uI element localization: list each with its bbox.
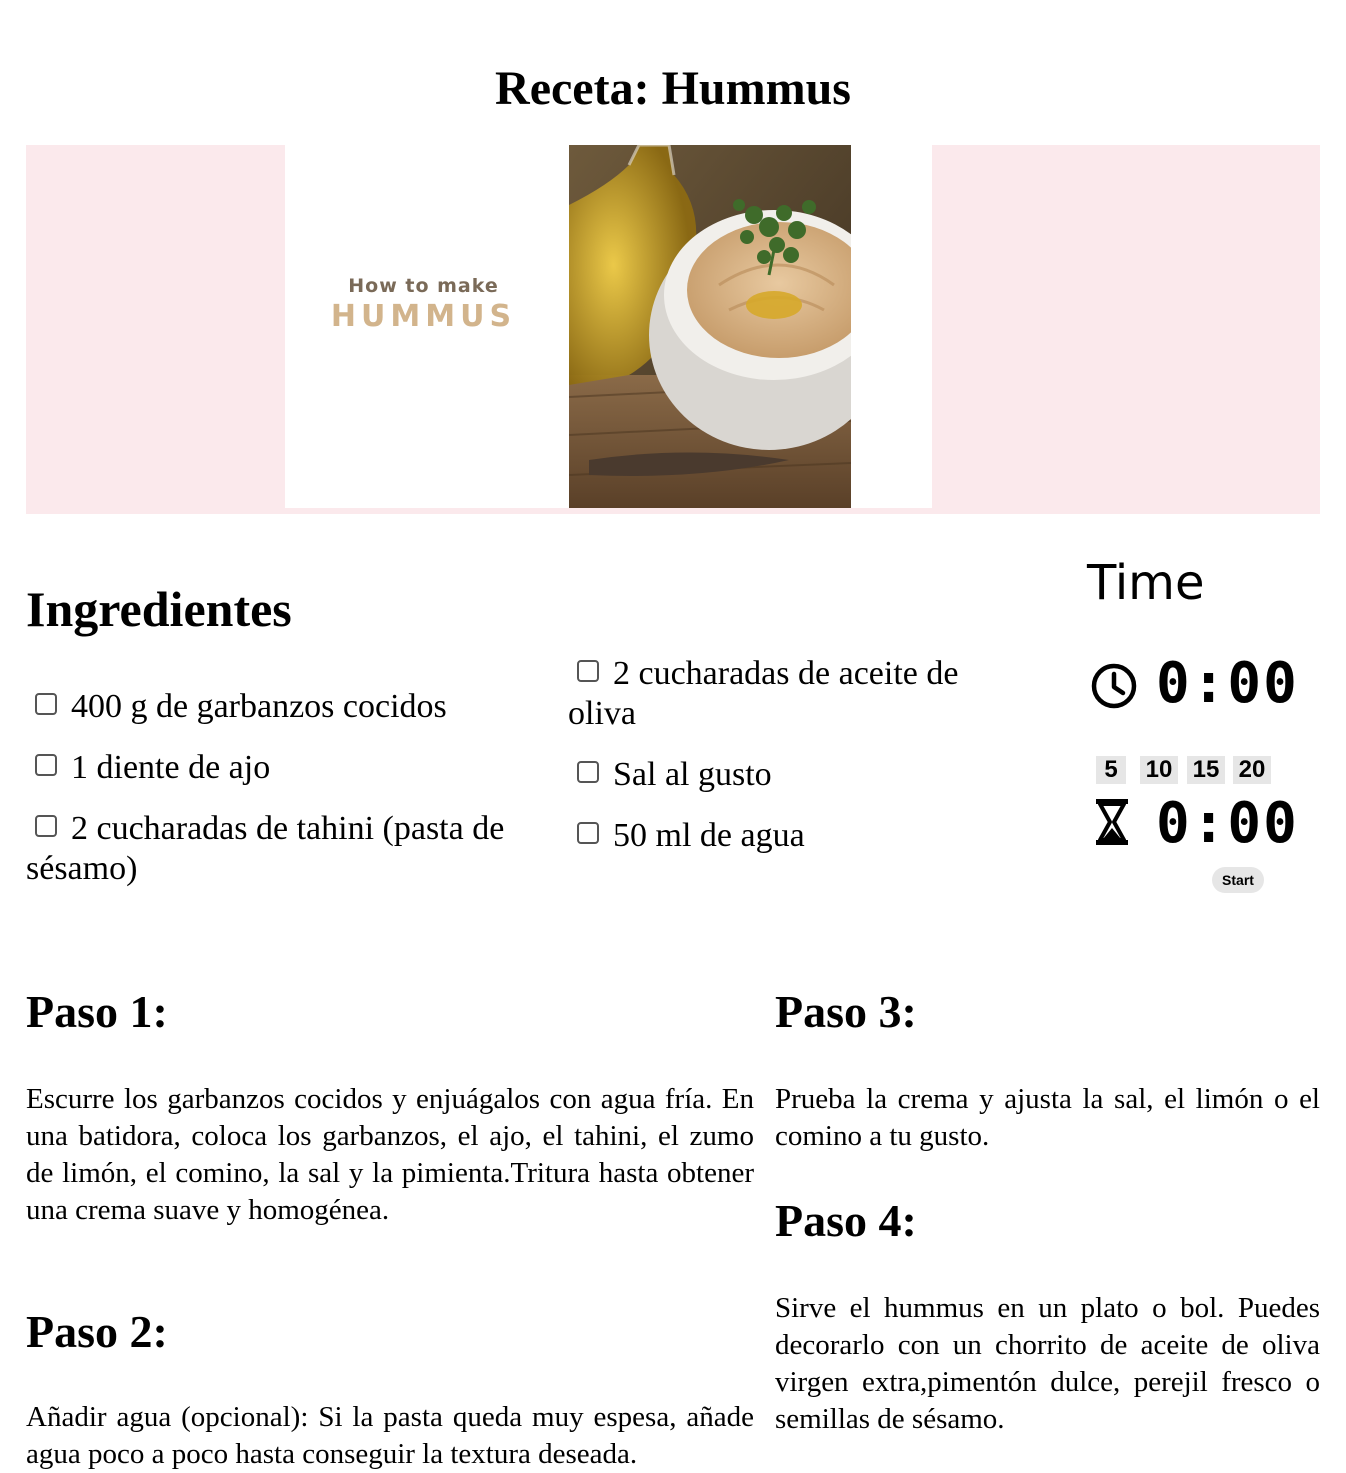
ingredient-label: 1 diente de ajo [71,749,271,786]
ingredient-item: 2 cucharadas de aceite de oliva [568,654,998,734]
ingredient-item: 50 ml de agua [568,816,998,856]
page-title: Receta: Hummus [495,62,851,116]
ingredients-title: Ingredientes [26,581,292,637]
step-3-title: Paso 3: [775,986,917,1037]
step-2-title: Paso 2: [26,1306,168,1357]
step-1-text: Escurre los garbanzos cocidos y enjuágal… [26,1083,754,1226]
ingredients-list-right: 2 cucharadas de aceite de oliva Sal al g… [568,654,998,877]
hummus-photo [569,145,851,508]
ingredient-item: 2 cucharadas de tahini (pasta de sésamo) [26,809,546,889]
ingredient-item: 400 g de garbanzos cocidos [26,687,546,727]
ingredient-checkbox[interactable] [577,822,599,844]
step-3-text: Prueba la crema y ajusta la sal, el limó… [775,1083,1320,1152]
step-2-text: Añadir agua (opcional): Si la pasta qued… [26,1401,754,1470]
hero-caption-line1: How to make [348,275,499,297]
step-1-title: Paso 1: [26,986,168,1037]
ingredient-label: 2 cucharadas de tahini (pasta de sésamo) [26,810,505,887]
preset-20-button[interactable]: 20 [1233,756,1271,784]
hummus-photo-illustration [569,145,851,508]
start-button[interactable]: Start [1212,867,1264,893]
ingredient-label: 2 cucharadas de aceite de oliva [568,655,959,732]
ingredient-label: 50 ml de agua [613,817,805,854]
hero-caption-line2: HUMMUS [330,299,517,334]
preset-15-button[interactable]: 15 [1187,756,1225,784]
ingredient-checkbox[interactable] [577,660,599,682]
ingredient-item: Sal al gusto [568,755,998,795]
countdown-display: 0:00 [1156,791,1299,856]
ingredient-checkbox[interactable] [35,815,57,837]
hourglass-icon [1096,799,1128,845]
clock-display: 0:00 [1156,651,1299,716]
ingredient-checkbox[interactable] [577,761,599,783]
ingredient-label: Sal al gusto [613,756,772,793]
step-4-title: Paso 4: [775,1195,917,1246]
ingredient-checkbox[interactable] [35,693,57,715]
hero-banner: How to make HUMMUS [26,145,1320,514]
ingredients-list-left: 400 g de garbanzos cocidos 1 diente de a… [26,687,546,910]
ingredient-checkbox[interactable] [35,754,57,776]
clock-icon [1091,663,1137,709]
hero-card: How to make HUMMUS [285,145,932,508]
step-4-text: Sirve el hummus en un plato o bol. Puede… [775,1292,1320,1435]
timer-title: Time [1087,555,1205,611]
preset-10-button[interactable]: 10 [1140,756,1178,784]
hero-caption: How to make HUMMUS [285,273,562,335]
preset-5-button[interactable]: 5 [1096,756,1126,784]
ingredient-item: 1 diente de ajo [26,748,546,788]
ingredient-label: 400 g de garbanzos cocidos [71,688,447,725]
